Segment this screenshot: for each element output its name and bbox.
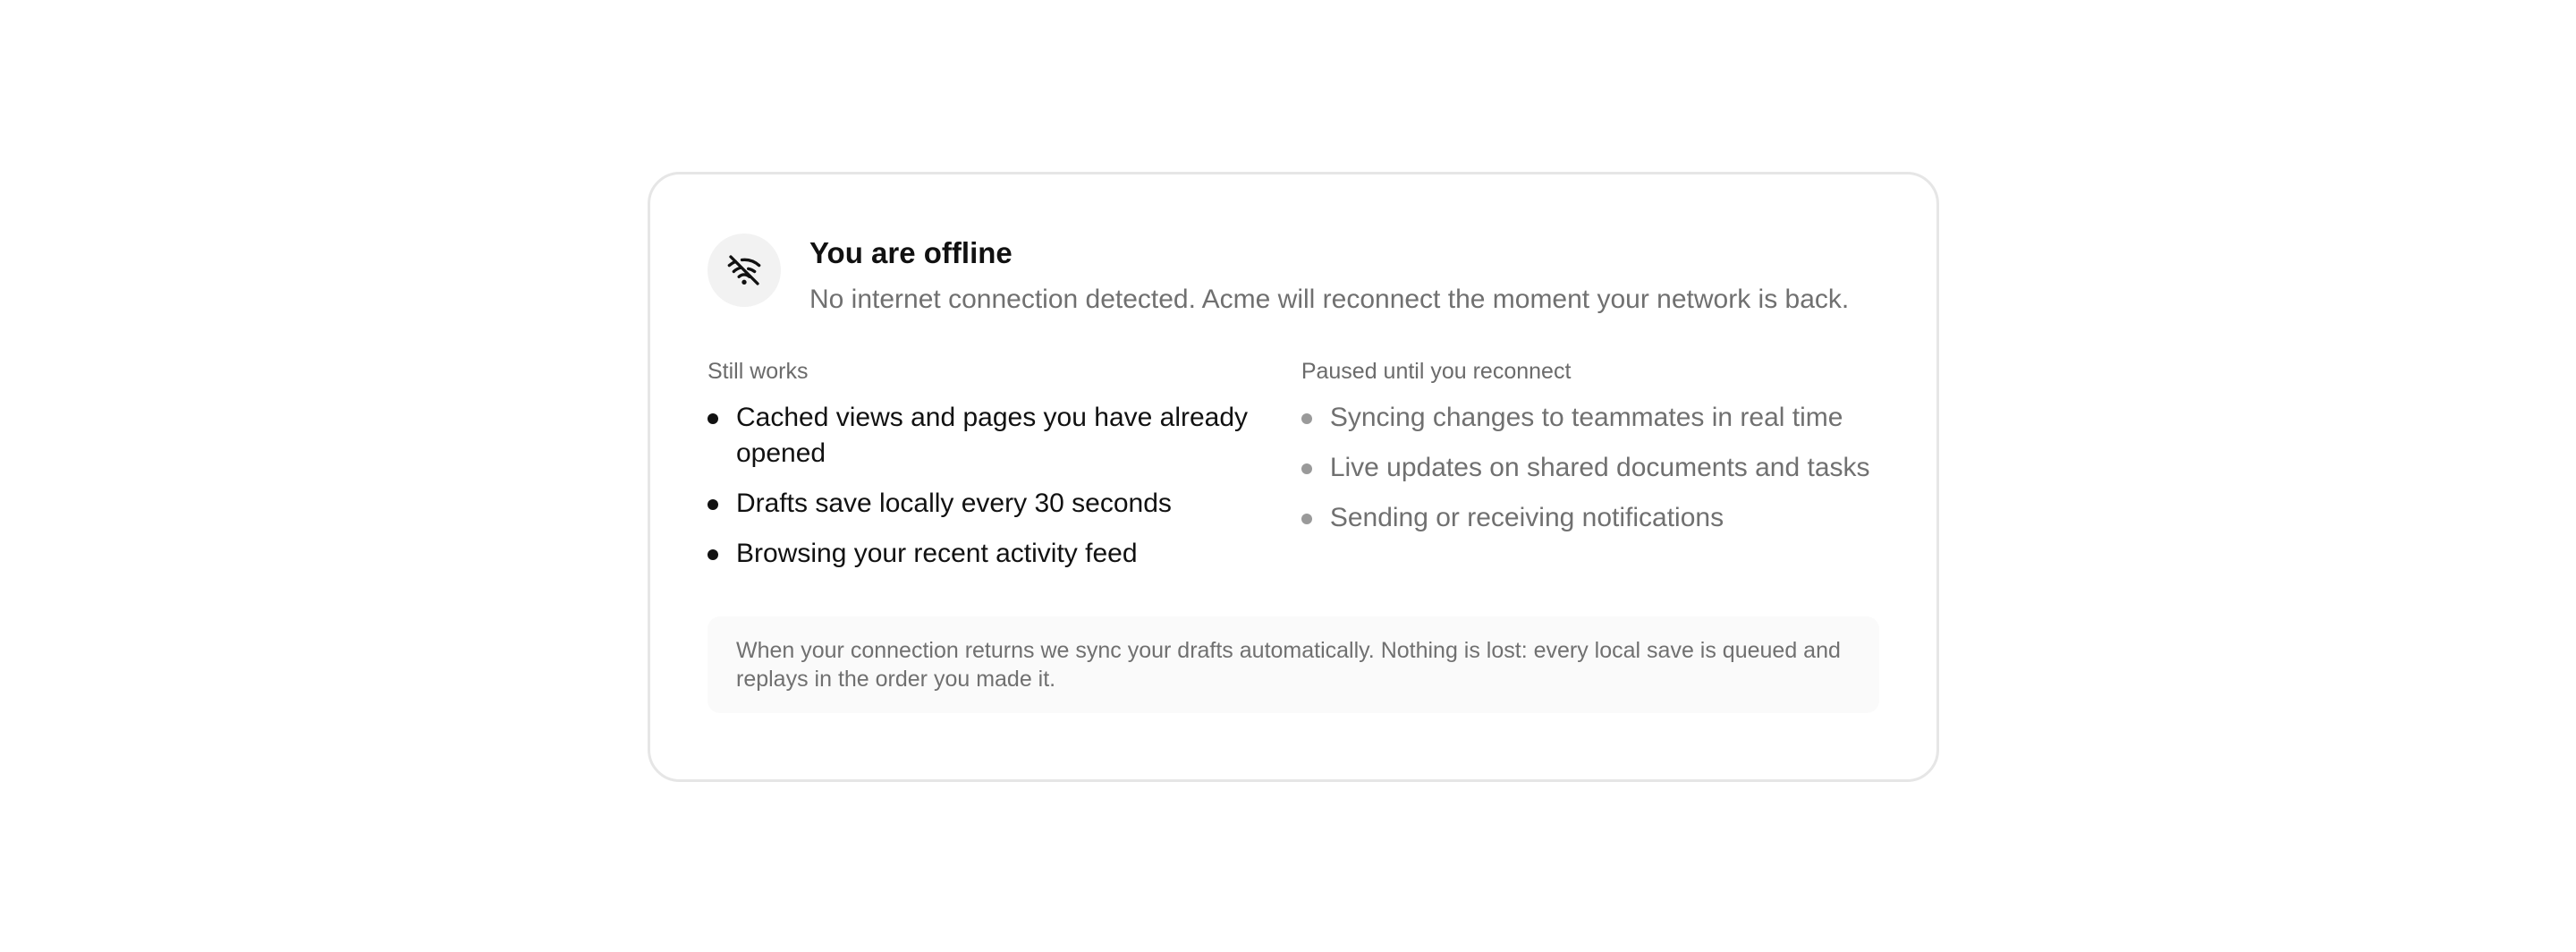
bullet-dot (708, 413, 718, 424)
list-item: Syncing changes to teammates in real tim… (1301, 400, 1879, 436)
offline-card: You are offline No internet connection d… (648, 172, 1939, 782)
bullet-dot (708, 499, 718, 510)
still-works-column: Still works Cached views and pages you h… (708, 357, 1301, 586)
list-item: Drafts save locally every 30 seconds (708, 486, 1301, 522)
list-item-text: Cached views and pages you have already … (736, 403, 1249, 468)
offline-description: No internet connection detected. Acme wi… (809, 285, 1850, 314)
page-title: You are offline (809, 236, 1013, 269)
offline-header: You are offline No internet connection d… (708, 232, 1879, 318)
bullet-dot (708, 549, 718, 560)
list-item: Live updates on shared documents and tas… (1301, 450, 1879, 486)
bullet-dot (1301, 514, 1312, 524)
paused-column: Paused until you reconnect Syncing chang… (1301, 357, 1879, 586)
wifi-off-icon (708, 234, 781, 307)
bullet-dot (1301, 463, 1312, 474)
list-item: Cached views and pages you have already … (708, 400, 1301, 472)
sync-note: When your connection returns we sync you… (708, 616, 1879, 713)
list-item-text: Browsing your recent activity feed (736, 539, 1138, 568)
list-item-text: Syncing changes to teammates in real tim… (1329, 403, 1843, 432)
capability-columns: Still works Cached views and pages you h… (708, 357, 1879, 586)
still-works-label: Still works (708, 359, 809, 384)
list-item: Sending or receiving notifications (1301, 500, 1879, 536)
bullet-dot (1301, 413, 1312, 424)
list-item-text: Live updates on shared documents and tas… (1329, 453, 1870, 482)
list-item-text: Sending or receiving notifications (1329, 503, 1724, 532)
list-item: Browsing your recent activity feed (708, 536, 1301, 572)
list-item-text: Drafts save locally every 30 seconds (736, 489, 1172, 518)
header-text: You are offline No internet connection d… (809, 232, 1849, 318)
paused-label: Paused until you reconnect (1301, 359, 1572, 384)
paused-list: Syncing changes to teammates in real tim… (1301, 400, 1879, 536)
still-works-list: Cached views and pages you have already … (708, 400, 1301, 572)
